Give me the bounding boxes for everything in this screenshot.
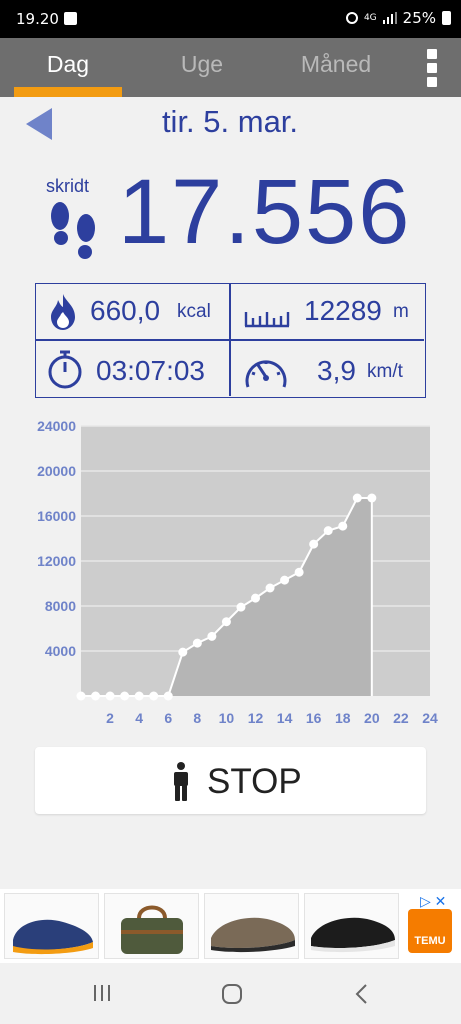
chart-point (105, 691, 115, 701)
chart-point (178, 647, 188, 657)
person-icon (174, 762, 188, 801)
status-bar: 19.20 4G 25% (0, 0, 461, 38)
flame-icon (51, 294, 75, 330)
system-nav-bar (0, 963, 461, 1024)
alarm-icon (345, 12, 358, 24)
speed-value: 3,9 (317, 355, 356, 386)
chart-point (192, 638, 202, 648)
chart-x-tick-label: 8 (193, 710, 201, 726)
chart-point (338, 521, 348, 531)
battery-percent: 25% (402, 9, 436, 27)
chart-x-tick-label: 12 (248, 710, 264, 726)
footprints-icon (51, 202, 95, 259)
date-label: tir. 5. mar. (161, 104, 299, 139)
stop-button[interactable]: STOP (35, 747, 426, 814)
chart-point (134, 691, 144, 701)
chart-x-tick-label: 22 (393, 710, 409, 726)
stop-button-label: STOP (207, 762, 302, 801)
signal-icon (382, 12, 397, 24)
speed-unit: km/t (367, 361, 403, 382)
chart-y-tick-label: 20000 (37, 463, 76, 479)
ad-product-black-loafer[interactable] (304, 893, 399, 959)
chart-point (76, 691, 86, 701)
chart-point (294, 567, 304, 577)
chart-x-tick-label: 20 (364, 710, 380, 726)
calories-value: 660,0 (90, 295, 161, 326)
chart-x-tick-label: 16 (306, 710, 322, 726)
chart-point (251, 593, 260, 603)
chart-y-tick-label: 16000 (37, 508, 76, 524)
steps-chart: 40008000120001600020000240002 4 6 8 10 12 14 16… (37, 418, 438, 726)
chart-x-tick-label: 18 (335, 710, 351, 726)
notification-icon (64, 12, 77, 25)
tab-uge[interactable]: Uge (148, 38, 256, 97)
chart-x-tick-label: 14 (277, 710, 293, 726)
ad-product-loafer[interactable] (204, 893, 299, 959)
step-count: 17.556 (118, 161, 412, 263)
back-icon[interactable] (352, 982, 372, 1006)
chart-point (221, 617, 231, 627)
chart-point (163, 691, 173, 701)
chart-y-tick-label: 12000 (37, 553, 76, 569)
battery-icon (442, 11, 451, 25)
overflow-menu-icon[interactable] (420, 48, 444, 88)
ad-product-bag[interactable] (104, 893, 199, 959)
chart-y-tick-label: 4000 (45, 643, 76, 659)
ad-product-shoe[interactable] (4, 893, 99, 959)
chart-x-tick-label: 6 (164, 710, 172, 726)
chart-point (91, 691, 101, 701)
duration-value: 03:07:03 (96, 355, 205, 386)
chart-point (367, 493, 377, 503)
speedometer-icon (245, 360, 287, 388)
chart-y-tick-label: 8000 (45, 598, 76, 614)
home-icon[interactable] (220, 982, 244, 1006)
ruler-icon (244, 312, 290, 328)
chart-point (265, 583, 275, 593)
previous-day-icon[interactable] (26, 108, 52, 140)
steps-label: skridt (46, 176, 90, 196)
chart-point (120, 691, 130, 701)
calories-unit: kcal (177, 301, 211, 322)
stats-grid: 660,0 kcal 12289 m 03:07:03 3,9 km/t (35, 283, 426, 398)
chart-x-tick-label: 10 (219, 710, 235, 726)
chart-point (280, 575, 290, 585)
tab-indicator (14, 87, 122, 97)
chart-y-tick-label: 24000 (37, 418, 76, 434)
chart-point (149, 691, 159, 701)
stopwatch-icon (48, 350, 82, 389)
chart-x-tick-label: 24 (422, 710, 438, 726)
chart-point (207, 631, 217, 641)
chart-point (323, 526, 333, 536)
ad-banner[interactable]: ▷ ✕ TEMU (0, 889, 461, 963)
chart-x-tick-label: 2 (106, 710, 114, 726)
chart-x-tick-label: 4 (135, 710, 143, 726)
status-time: 19.20 (16, 10, 59, 28)
tab-maaned[interactable]: Måned (280, 38, 392, 97)
network-label: 4G (363, 12, 377, 23)
ad-choices-icon[interactable]: ▷ ✕ (420, 893, 446, 910)
ad-brand-logo[interactable]: TEMU (408, 909, 452, 953)
chart-point (309, 539, 319, 549)
chart-point (236, 602, 246, 612)
distance-unit: m (393, 301, 409, 322)
chart-point (352, 493, 362, 503)
distance-value: 12289 (304, 295, 382, 326)
recent-apps-icon[interactable] (91, 982, 113, 1004)
